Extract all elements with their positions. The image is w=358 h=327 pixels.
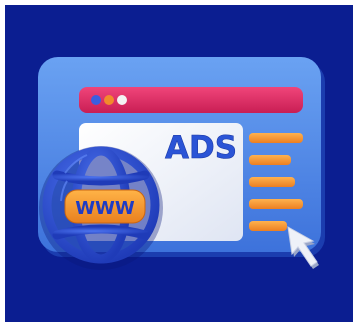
text-line-1 xyxy=(249,133,303,143)
traffic-light-orange xyxy=(104,95,114,105)
text-line-4 xyxy=(249,199,303,209)
traffic-light-blue xyxy=(91,95,101,105)
ads-label: ADS xyxy=(165,130,237,166)
www-label: WWW xyxy=(75,198,135,219)
illustration-canvas: ADS WWW xyxy=(5,5,353,322)
ads-web-illustration: ADS WWW xyxy=(38,57,325,270)
text-line-2 xyxy=(249,155,291,165)
text-line-5 xyxy=(249,221,287,231)
text-line-3 xyxy=(249,177,295,187)
traffic-light-white xyxy=(117,95,127,105)
globe-icon: WWW xyxy=(39,146,163,270)
